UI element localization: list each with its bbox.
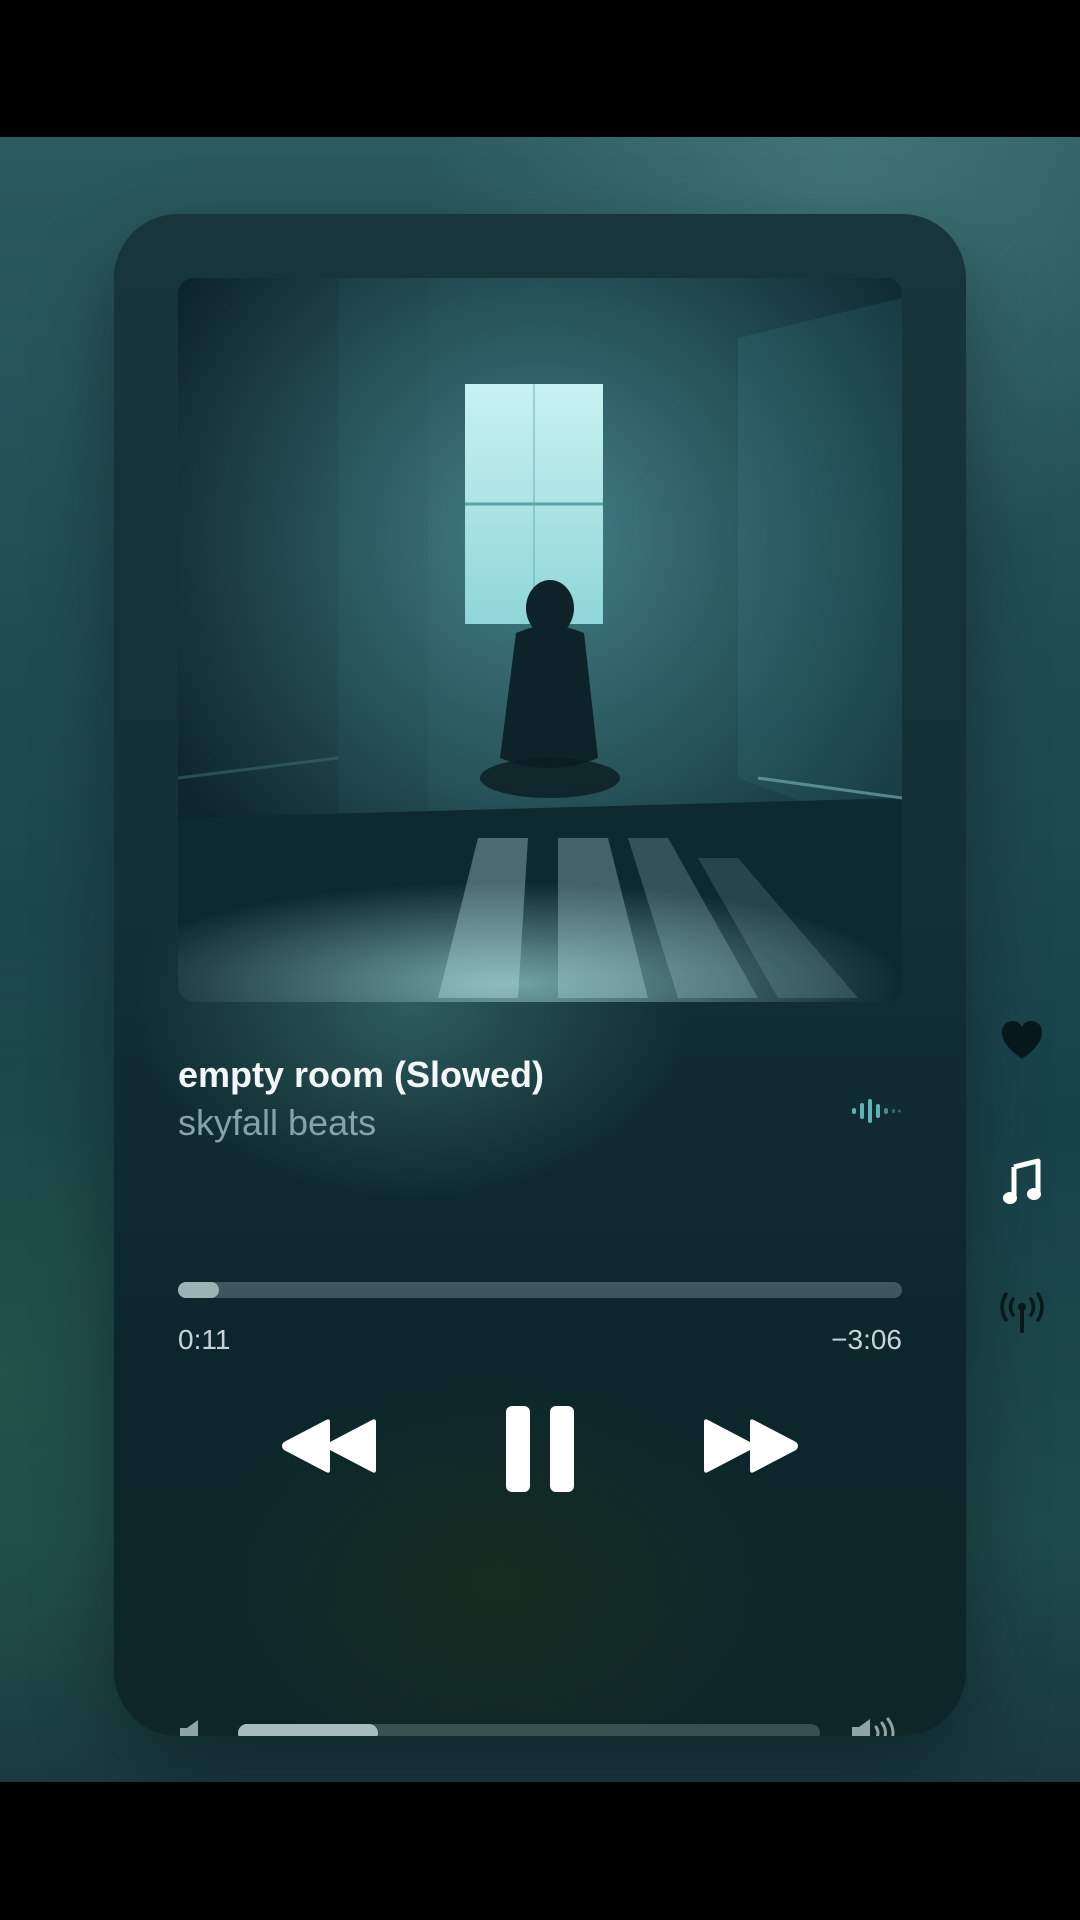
now-playing-card: empty room (Slowed) skyfall beats 0:11 −…: [114, 214, 966, 1736]
heart-icon[interactable]: [1000, 1019, 1044, 1061]
elapsed-time: 0:11: [178, 1324, 231, 1355]
remaining-time: −3:06: [831, 1324, 902, 1355]
speaker-high-icon: [850, 1716, 902, 1736]
track-title: empty room (Slowed): [178, 1054, 545, 1095]
rewind-icon: [282, 1419, 376, 1473]
pause-button[interactable]: [504, 1404, 576, 1494]
rewind-button[interactable]: [280, 1416, 380, 1476]
playback-scrubber[interactable]: [178, 1282, 902, 1298]
artist-name[interactable]: skyfall beats: [178, 1102, 376, 1144]
volume-slider[interactable]: [238, 1724, 820, 1736]
pause-icon: [506, 1406, 574, 1492]
playback-progress-fill: [178, 1282, 219, 1298]
fast-forward-icon: [704, 1419, 798, 1473]
album-artwork: [178, 278, 902, 1002]
fast-forward-button[interactable]: [700, 1416, 800, 1476]
now-playing-screen: empty room (Slowed) skyfall beats 0:11 −…: [0, 137, 1080, 1782]
volume-level-fill: [238, 1724, 378, 1736]
audio-waveform-icon: [850, 1096, 902, 1126]
speaker-low-icon: [178, 1718, 206, 1736]
music-note-icon[interactable]: [1002, 1157, 1042, 1205]
broadcast-icon[interactable]: [998, 1291, 1046, 1333]
